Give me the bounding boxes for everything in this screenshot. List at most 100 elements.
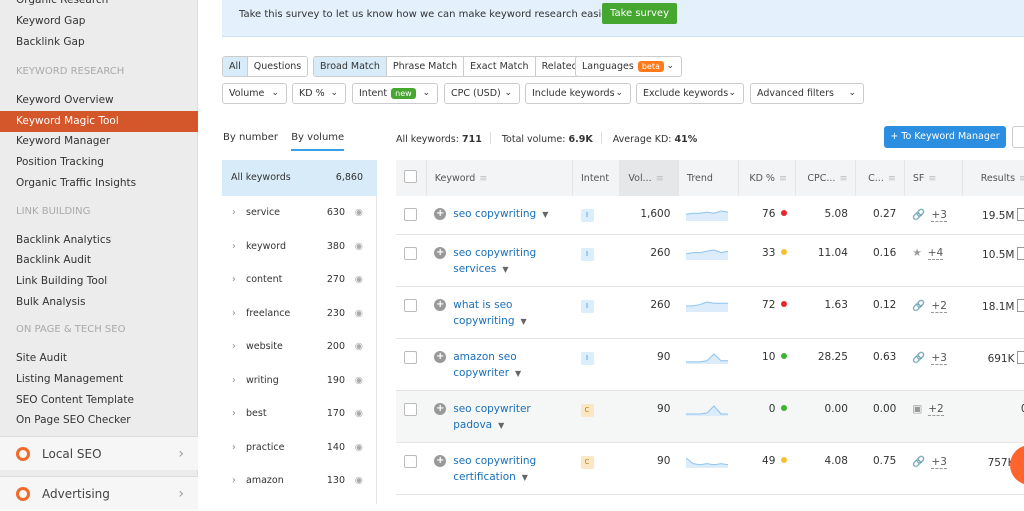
- chevron-right-icon[interactable]: ›: [232, 397, 236, 430]
- sidebar-item[interactable]: Keyword Gap: [0, 11, 198, 32]
- eye-icon[interactable]: ◉: [355, 297, 363, 330]
- eye-icon[interactable]: ◉: [355, 364, 363, 397]
- advanced-filters[interactable]: Advanced filters⌄: [750, 83, 864, 104]
- select-all-checkbox-cell[interactable]: [396, 160, 426, 196]
- tab-by-number[interactable]: By number: [223, 132, 278, 149]
- languages-dropdown[interactable]: Languagesbeta⌄: [575, 56, 682, 77]
- add-keyword-icon[interactable]: +: [434, 351, 446, 363]
- tab-exact-match[interactable]: Exact Match: [464, 57, 535, 76]
- row-checkbox[interactable]: [404, 247, 417, 260]
- column-header[interactable]: KD %≡: [739, 160, 795, 196]
- sidebar-item[interactable]: Listing Management: [0, 369, 198, 390]
- checkbox[interactable]: [404, 170, 417, 183]
- exclude-keywords-filter[interactable]: Exclude keywords⌄: [636, 83, 744, 104]
- chevron-right-icon[interactable]: ›: [232, 364, 236, 397]
- group-all-keywords[interactable]: All keywords6,860: [222, 160, 377, 196]
- add-keyword-icon[interactable]: +: [434, 455, 446, 467]
- volume-filter[interactable]: Volume⌄: [222, 83, 287, 104]
- add-keyword-icon[interactable]: +: [434, 247, 446, 259]
- tab-broad-match[interactable]: Broad Match: [314, 57, 387, 76]
- keyword-link[interactable]: amazon seo copywriter▼: [453, 349, 549, 382]
- keyword-link[interactable]: seo copywriting▼: [453, 206, 549, 223]
- column-header[interactable]: Trend: [678, 160, 739, 196]
- group-item[interactable]: ›content270◉: [222, 263, 377, 296]
- kd-filter[interactable]: KD %⌄: [292, 83, 346, 104]
- to-keyword-manager-button[interactable]: + To Keyword Manager: [884, 126, 1006, 148]
- eye-icon[interactable]: ◉: [355, 230, 363, 263]
- chevron-right-icon[interactable]: ›: [232, 263, 236, 296]
- serp-document-icon[interactable]: [1017, 299, 1024, 312]
- group-item[interactable]: ›website200◉: [222, 330, 377, 363]
- group-item[interactable]: ›service630◉: [222, 196, 377, 229]
- column-header[interactable]: SF≡: [904, 160, 963, 196]
- row-checkbox[interactable]: [404, 403, 417, 416]
- sort-icon[interactable]: ≡: [839, 173, 847, 184]
- serp-features-more[interactable]: +4: [928, 247, 943, 260]
- sort-icon[interactable]: ≡: [1019, 173, 1024, 184]
- refresh-button[interactable]: [1012, 126, 1024, 148]
- eye-icon[interactable]: ◉: [355, 397, 363, 430]
- cpc-filter[interactable]: CPC (USD)⌄: [444, 83, 520, 104]
- sidebar-item[interactable]: Organic Traffic Insights: [0, 173, 198, 194]
- keyword-link[interactable]: seo copywriting certification▼: [453, 453, 549, 486]
- sidebar-item[interactable]: Bulk Analysis: [0, 292, 198, 313]
- chevron-right-icon[interactable]: ›: [232, 464, 236, 497]
- tab-phrase-match[interactable]: Phrase Match: [387, 57, 464, 76]
- caret-down-icon[interactable]: ▼: [502, 265, 508, 274]
- eye-icon[interactable]: ◉: [355, 431, 363, 464]
- sidebar-group-local-seo[interactable]: Local SEO›: [0, 436, 198, 470]
- sidebar-item[interactable]: Keyword Manager: [0, 131, 198, 152]
- take-survey-button[interactable]: Take survey: [602, 3, 677, 24]
- include-keywords-filter[interactable]: Include keywords⌄: [525, 83, 631, 104]
- group-item[interactable]: ›writing190◉: [222, 364, 377, 397]
- sidebar-item[interactable]: On Page SEO Checker: [0, 410, 198, 431]
- caret-down-icon[interactable]: ▼: [522, 473, 528, 482]
- group-item[interactable]: ›best170◉: [222, 397, 377, 430]
- group-item[interactable]: ›practice140◉: [222, 431, 377, 464]
- sort-icon[interactable]: ≡: [479, 173, 487, 184]
- group-item[interactable]: ›amazon130◉: [222, 464, 377, 497]
- sidebar-item[interactable]: Site Audit: [0, 348, 198, 369]
- group-item[interactable]: ›freelance230◉: [222, 297, 377, 330]
- sort-icon[interactable]: ≡: [779, 173, 787, 184]
- serp-features-more[interactable]: +3: [931, 352, 946, 365]
- eye-icon[interactable]: ◉: [355, 464, 363, 497]
- serp-document-icon[interactable]: [1017, 247, 1024, 260]
- column-header[interactable]: Vol...≡: [620, 160, 679, 196]
- sidebar-group-advertising[interactable]: Advertising›: [0, 476, 198, 510]
- row-checkbox[interactable]: [404, 351, 417, 364]
- tab-all[interactable]: All: [223, 57, 248, 76]
- chevron-right-icon[interactable]: ›: [232, 330, 236, 363]
- chevron-right-icon[interactable]: ›: [232, 230, 236, 263]
- caret-down-icon[interactable]: ▼: [542, 210, 548, 219]
- column-header[interactable]: CPC...≡: [795, 160, 856, 196]
- row-checkbox[interactable]: [404, 455, 417, 468]
- caret-down-icon[interactable]: ▼: [515, 369, 521, 378]
- sort-icon[interactable]: ≡: [656, 173, 664, 184]
- sidebar-item[interactable]: Backlink Gap: [0, 32, 198, 53]
- add-keyword-icon[interactable]: +: [434, 208, 446, 220]
- sidebar-item[interactable]: Organic Research: [0, 0, 198, 11]
- column-header[interactable]: Keyword≡: [426, 160, 572, 196]
- sort-icon[interactable]: ≡: [928, 173, 936, 184]
- serp-features-more[interactable]: +3: [931, 456, 946, 469]
- chevron-right-icon[interactable]: ›: [232, 431, 236, 464]
- keyword-link[interactable]: seo copywriter padova▼: [453, 401, 549, 434]
- row-checkbox[interactable]: [404, 299, 417, 312]
- serp-features-more[interactable]: +3: [931, 209, 946, 222]
- serp-features-more[interactable]: +2: [928, 403, 943, 416]
- chevron-right-icon[interactable]: ›: [232, 297, 236, 330]
- caret-down-icon[interactable]: ▼: [521, 317, 527, 326]
- eye-icon[interactable]: ◉: [355, 196, 363, 229]
- sort-icon[interactable]: ≡: [888, 173, 896, 184]
- serp-document-icon[interactable]: [1017, 351, 1024, 364]
- chevron-right-icon[interactable]: ›: [232, 196, 236, 229]
- sidebar-item[interactable]: Keyword Magic Tool: [0, 111, 198, 132]
- keyword-link[interactable]: what is seo copywriting▼: [453, 297, 549, 330]
- serp-features-more[interactable]: +2: [931, 300, 946, 313]
- column-header[interactable]: Intent: [573, 160, 620, 196]
- sidebar-item[interactable]: SEO Content Template: [0, 390, 198, 411]
- row-checkbox[interactable]: [404, 208, 417, 221]
- caret-down-icon[interactable]: ▼: [498, 421, 504, 430]
- add-keyword-icon[interactable]: +: [434, 403, 446, 415]
